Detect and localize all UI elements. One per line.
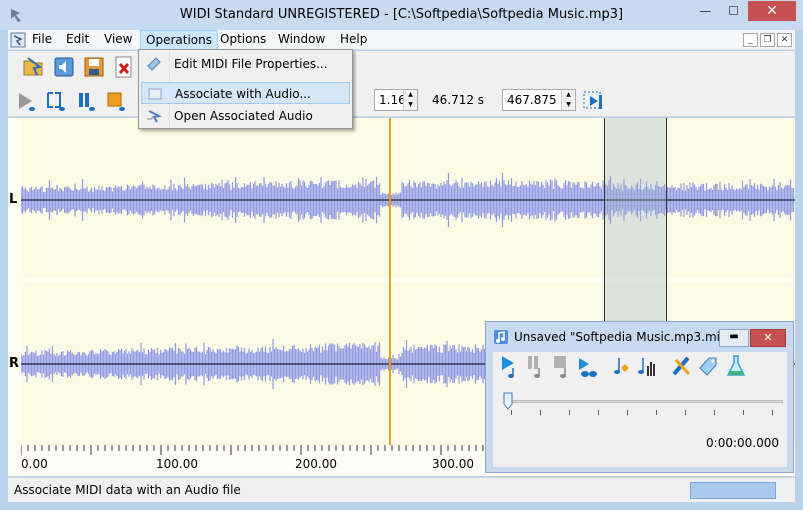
player-stop-icon[interactable] bbox=[551, 354, 573, 380]
document-icon[interactable] bbox=[10, 32, 26, 48]
open-file-icon[interactable] bbox=[22, 55, 46, 79]
flask-icon[interactable] bbox=[725, 354, 747, 380]
title-bar: WIDI Standard UNREGISTERED - [C:\Softped… bbox=[0, 0, 803, 30]
ruler-label-200: 200.00 bbox=[295, 457, 337, 471]
right-channel-label: R bbox=[9, 356, 20, 371]
menu-bar: File Edit View Operations Options Window… bbox=[8, 30, 795, 50]
play-icon[interactable] bbox=[14, 89, 38, 113]
tag-icon[interactable] bbox=[697, 354, 719, 380]
mdi-close-button[interactable]: ✕ bbox=[777, 33, 792, 47]
operations-menu: Edit MIDI File Properties... Associate w… bbox=[138, 49, 353, 129]
player-close-button[interactable]: ✕ bbox=[750, 329, 786, 347]
pause-icon[interactable] bbox=[74, 89, 98, 113]
transport-toolbar: 1.162 ▲ ▼ 46.712 s 467.875 ▲ ▼ bbox=[8, 83, 795, 117]
main-toolbar bbox=[8, 51, 795, 83]
menu-operations[interactable]: Operations bbox=[140, 30, 218, 50]
mdi-minimize-button[interactable]: _ bbox=[743, 33, 758, 47]
close-button[interactable]: ✕ bbox=[748, 1, 796, 21]
midi-properties-icon bbox=[147, 57, 161, 71]
menu-options[interactable]: Options bbox=[220, 32, 266, 46]
player-seek-ticks bbox=[511, 410, 773, 415]
menu-help[interactable]: Help bbox=[340, 32, 367, 46]
menu-view[interactable]: View bbox=[104, 32, 132, 46]
position-field[interactable]: 1.162 ▲ ▼ bbox=[374, 89, 418, 111]
menu-item-label: Edit MIDI File Properties... bbox=[174, 57, 328, 71]
menu-edit[interactable]: Edit bbox=[66, 32, 89, 46]
menu-file[interactable]: File bbox=[32, 32, 52, 46]
status-progress-bar bbox=[690, 482, 776, 499]
player-seek-track[interactable] bbox=[505, 400, 783, 403]
left-channel-label: L bbox=[9, 192, 18, 207]
player-title: Unsaved "Softpedia Music.mp3.mid... bbox=[514, 330, 740, 344]
duration-text: 46.712 s bbox=[432, 93, 485, 107]
associate-audio-icon bbox=[148, 88, 162, 100]
midi-player-window: Unsaved "Softpedia Music.mp3.mid... ▬ ✕ bbox=[485, 321, 794, 473]
tempo-icon[interactable] bbox=[637, 354, 659, 380]
menu-item-associate-audio[interactable]: Associate with Audio... bbox=[141, 82, 350, 104]
instrument-icon[interactable] bbox=[671, 354, 693, 380]
play-selection-icon[interactable] bbox=[44, 89, 68, 113]
mdi-restore-button[interactable]: ❐ bbox=[760, 33, 775, 47]
maximize-button[interactable]: ☐ bbox=[720, 1, 747, 21]
minimize-button[interactable]: — bbox=[692, 1, 719, 21]
menu-item-label: Associate with Audio... bbox=[175, 87, 311, 101]
end-position-value: 467.875 bbox=[507, 93, 557, 107]
midi-note-icon bbox=[494, 330, 508, 344]
end-position-spinner[interactable]: ▲ ▼ bbox=[561, 90, 575, 110]
save-icon[interactable] bbox=[82, 55, 106, 79]
player-pause-icon[interactable] bbox=[525, 354, 547, 380]
speaker-icon[interactable] bbox=[52, 55, 76, 79]
menu-window[interactable]: Window bbox=[278, 32, 325, 46]
position-spinner[interactable]: ▲ ▼ bbox=[403, 90, 417, 110]
end-position-field[interactable]: 467.875 ▲ ▼ bbox=[502, 89, 576, 111]
menu-item-edit-midi-properties[interactable]: Edit MIDI File Properties... bbox=[141, 53, 350, 75]
ruler-label-100: 100.00 bbox=[156, 457, 198, 471]
stop-icon[interactable] bbox=[104, 89, 128, 113]
player-loop-icon[interactable] bbox=[577, 354, 599, 380]
ruler-label-300: 300.00 bbox=[432, 457, 474, 471]
player-time: 0:00:00.000 bbox=[706, 436, 779, 450]
transpose-icon[interactable] bbox=[611, 354, 633, 380]
player-minimize-button[interactable]: ▬ bbox=[719, 329, 749, 347]
window-title: WIDI Standard UNREGISTERED - [C:\Softped… bbox=[179, 7, 624, 22]
player-play-icon[interactable] bbox=[499, 354, 521, 380]
status-bar: Associate MIDI data with an Audio file bbox=[8, 477, 795, 502]
ruler-label-0: 0.00 bbox=[21, 457, 48, 471]
status-text: Associate MIDI data with an Audio file bbox=[14, 483, 241, 497]
player-body: 0:00:00.000 bbox=[493, 352, 787, 467]
playback-cursor[interactable] bbox=[389, 118, 391, 447]
player-seek-thumb[interactable] bbox=[503, 392, 513, 410]
menu-item-label: Open Associated Audio bbox=[174, 109, 313, 123]
open-audio-icon bbox=[147, 110, 162, 123]
close-file-icon[interactable] bbox=[112, 55, 136, 79]
go-to-end-icon[interactable] bbox=[582, 89, 606, 113]
menu-item-open-associated-audio[interactable]: Open Associated Audio bbox=[141, 105, 350, 127]
